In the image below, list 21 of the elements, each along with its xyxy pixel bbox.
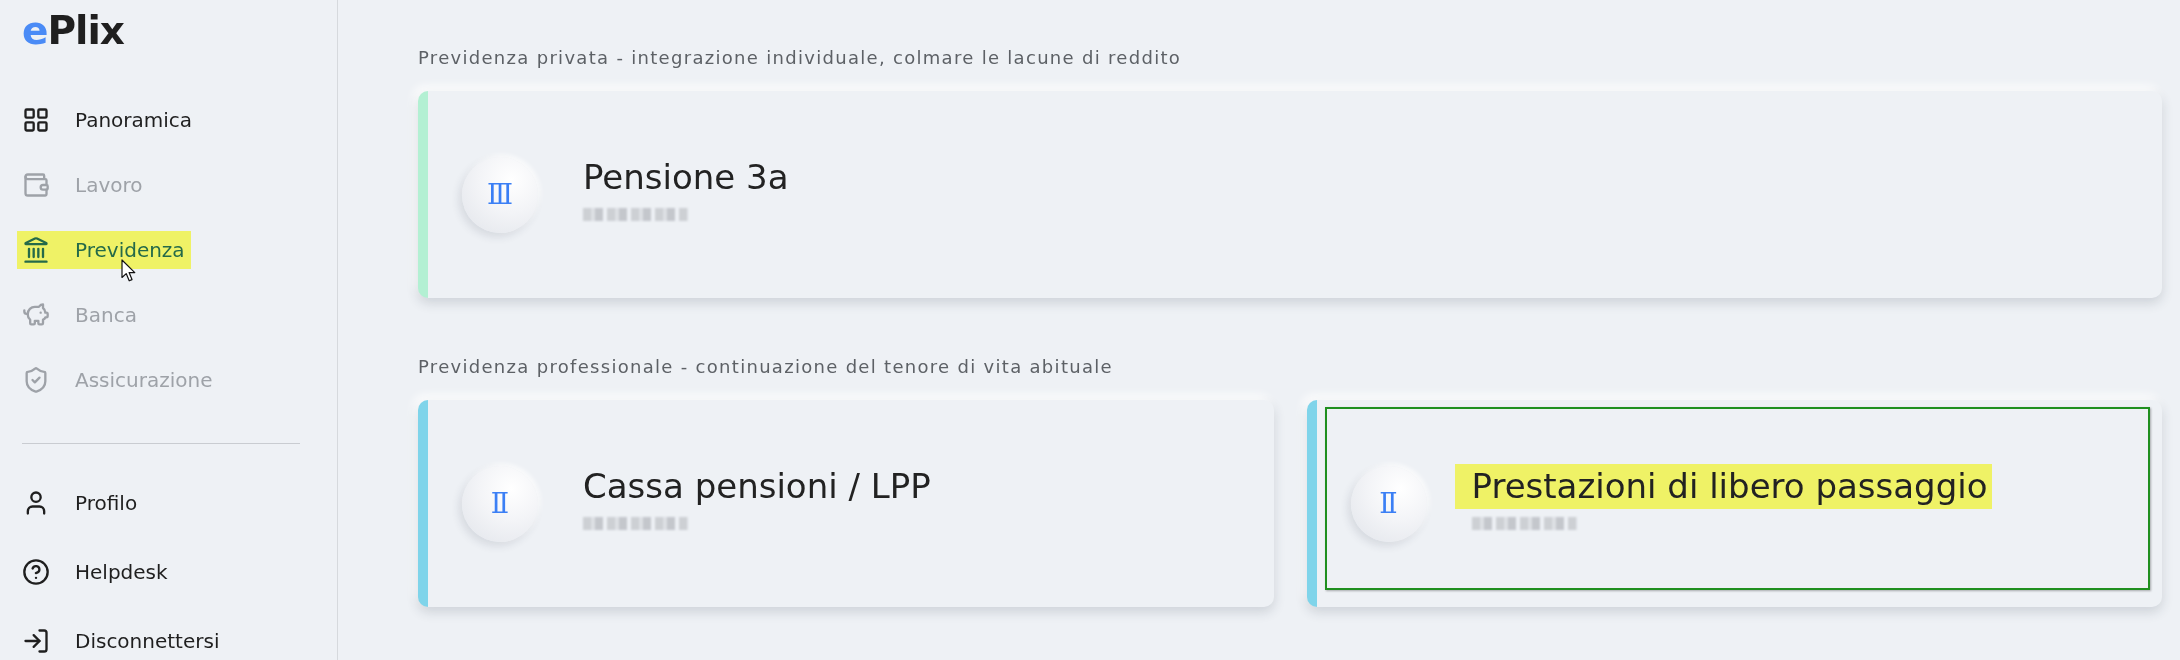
pension-card[interactable]: Ⅱ Cassa pensioni / LPP xyxy=(418,400,1274,607)
pillar-numeral-badge: Ⅱ xyxy=(462,465,538,542)
nav-item[interactable]: Helpdesk xyxy=(17,553,174,591)
card-title: Cassa pensioni / LPP xyxy=(582,464,932,508)
nav-item[interactable]: Profilo xyxy=(17,484,144,522)
pension-card[interactable]: Ⅱ Prestazioni di libero passaggio xyxy=(1306,400,2162,607)
pillar-numeral-badge: Ⅱ xyxy=(1350,465,1427,542)
bank-icon xyxy=(22,236,50,264)
card-title: Prestazioni di libero passaggio xyxy=(1454,463,1992,509)
pension-card[interactable]: Ⅲ Pensione 3a xyxy=(418,91,2162,298)
help-icon xyxy=(22,558,50,586)
section-heading: Previdenza professionale - continuazione del tenore di vita abituale xyxy=(418,355,1113,379)
nav-item[interactable]: Disconnettersi xyxy=(17,622,226,660)
wallet-icon xyxy=(22,171,50,199)
nav-item[interactable]: Panoramica xyxy=(17,101,199,139)
grid-icon xyxy=(22,106,50,134)
piggy-bank-icon xyxy=(22,301,50,329)
pillar-numeral-badge: Ⅲ xyxy=(462,156,538,233)
card-title: Pensione 3a xyxy=(582,155,790,199)
section-heading: Previdenza privata - integrazione individuale, colmare le lacune di reddito xyxy=(418,46,1182,70)
eplix-logo: ePlix xyxy=(22,14,124,48)
